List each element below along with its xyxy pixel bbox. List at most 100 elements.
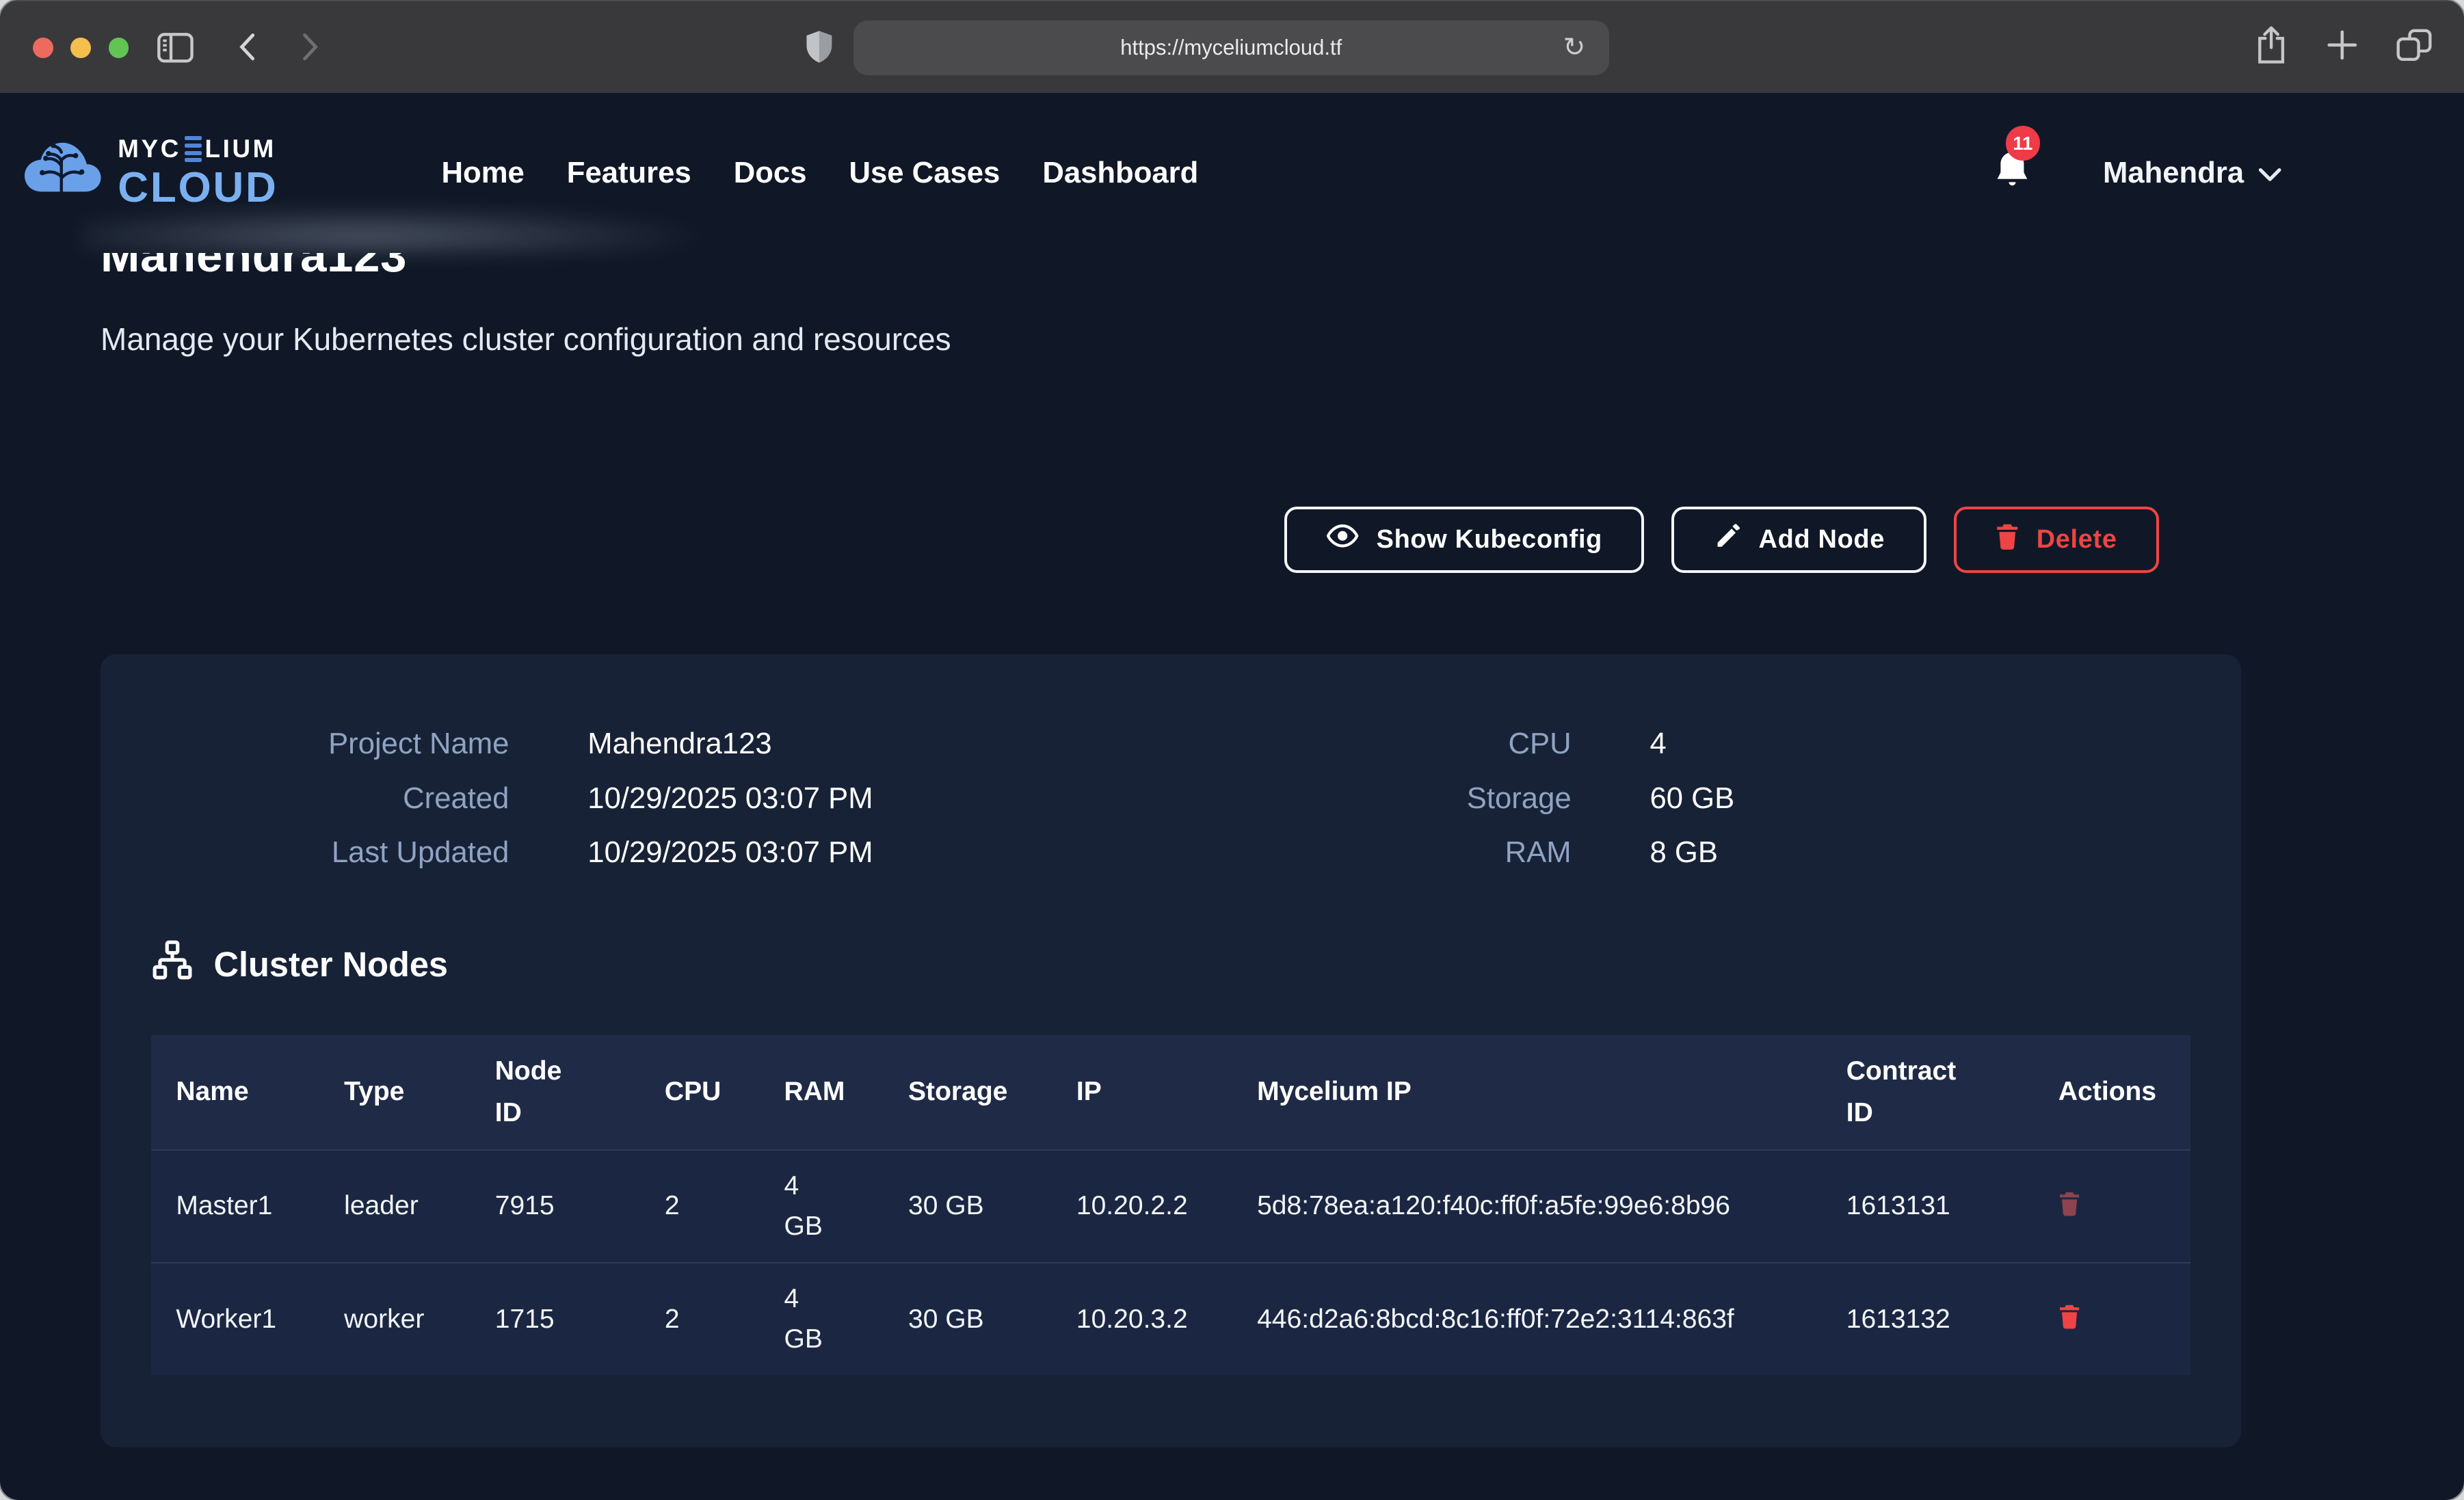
traffic-lights bbox=[33, 38, 129, 58]
reload-button[interactable]: ↻ bbox=[1554, 27, 1595, 69]
nav-item-home[interactable]: Home bbox=[442, 156, 525, 190]
delete-cluster-button[interactable]: Delete bbox=[1954, 507, 2160, 573]
delete-node-button[interactable] bbox=[2058, 1304, 2080, 1335]
table-cell: Worker1 bbox=[151, 1263, 319, 1375]
page-content: Mahendra123 Manage your Kubernetes clust… bbox=[0, 226, 2464, 1447]
column-header: Storage bbox=[883, 1035, 1051, 1150]
mycelium-cloud-logo[interactable]: MYCLIUM CLOUD bbox=[22, 135, 278, 211]
privacy-shield-icon bbox=[804, 29, 834, 72]
pencil-icon bbox=[1713, 522, 1741, 557]
nodes-table-body: Master1leader791524 GB30 GB10.20.2.25d8:… bbox=[151, 1150, 2190, 1375]
share-button[interactable] bbox=[2255, 25, 2288, 70]
column-header: Actions bbox=[2033, 1035, 2190, 1150]
info-label: Project Name bbox=[176, 727, 509, 761]
table-cell: 10.20.2.2 bbox=[1051, 1150, 1232, 1263]
table-cell: 4 GB bbox=[759, 1150, 884, 1263]
table-cell: 1613132 bbox=[1821, 1263, 2033, 1375]
reload-icon: ↻ bbox=[1563, 32, 1586, 63]
column-header: RAM bbox=[759, 1035, 884, 1150]
trash-icon bbox=[2058, 1191, 2080, 1222]
project-info-right: CPU4Storage60 GBRAM8 GB bbox=[1383, 727, 1917, 870]
trash-icon bbox=[2058, 1304, 2080, 1335]
logo-word-cloud: CLOUD bbox=[118, 167, 278, 209]
info-value: Mahendra123 bbox=[587, 727, 1027, 761]
chrome-right-controls bbox=[2255, 1, 2433, 94]
table-cell: 2 bbox=[639, 1150, 759, 1263]
info-label: RAM bbox=[1383, 835, 1572, 870]
info-value: 10/29/2025 03:07 PM bbox=[587, 835, 1027, 870]
info-label: Created bbox=[176, 781, 509, 816]
column-header: Mycelium IP bbox=[1232, 1035, 1821, 1150]
column-header: Type bbox=[319, 1035, 470, 1150]
table-cell: 30 GB bbox=[883, 1263, 1051, 1375]
info-value: 4 bbox=[1650, 727, 1918, 761]
table-cell: 4 GB bbox=[759, 1263, 884, 1375]
site-header: MYCLIUM CLOUD Home Features Docs Use Cases D… bbox=[0, 93, 2464, 253]
new-tab-button[interactable] bbox=[2327, 30, 2357, 66]
notifications-button[interactable]: 11 bbox=[1994, 150, 2030, 196]
blurred-title-smudge bbox=[81, 206, 710, 253]
column-header: CPU bbox=[639, 1035, 759, 1150]
table-cell: 7915 bbox=[470, 1150, 639, 1263]
table-cell: Master1 bbox=[151, 1150, 319, 1263]
project-info-card: Project Name Mahendra123 Created 10/29/2025… bbox=[101, 654, 2240, 1447]
minimize-traffic-light[interactable] bbox=[70, 38, 91, 58]
chevron-down-icon bbox=[2258, 156, 2281, 190]
sidebar-toggle-icon bbox=[157, 33, 194, 68]
cluster-nodes-heading: Cluster Nodes bbox=[151, 939, 2190, 989]
table-cell-actions bbox=[2033, 1263, 2190, 1375]
close-traffic-light[interactable] bbox=[33, 38, 53, 58]
table-cell-actions bbox=[2033, 1150, 2190, 1263]
cluster-actions: Show Kubeconfig Add Node Delete bbox=[101, 507, 2240, 573]
url-bar[interactable]: https://myceliumcloud.tf ↻ bbox=[853, 21, 1609, 75]
nodes-table: NameTypeNode IDCPURAMStorageIPMycelium I… bbox=[151, 1035, 2190, 1375]
table-cell: worker bbox=[319, 1263, 470, 1375]
project-info-left: Project Name Mahendra123 Created 10/29/2025… bbox=[176, 727, 1027, 870]
fullscreen-traffic-light[interactable] bbox=[109, 38, 129, 58]
tabs-icon bbox=[2396, 29, 2433, 67]
user-menu[interactable]: Mahendra bbox=[2103, 156, 2281, 190]
show-kubeconfig-button[interactable]: Show Kubeconfig bbox=[1284, 507, 1645, 573]
nodes-table-header-row: NameTypeNode IDCPURAMStorageIPMycelium I… bbox=[151, 1035, 2190, 1150]
info-value: 10/29/2025 03:07 PM bbox=[587, 781, 1027, 816]
table-cell: 1715 bbox=[470, 1263, 639, 1375]
column-header: Name bbox=[151, 1035, 319, 1150]
table-cell: leader bbox=[319, 1150, 470, 1263]
forward-button[interactable] bbox=[302, 33, 319, 66]
info-label: Last Updated bbox=[176, 835, 509, 870]
table-cell: 1613131 bbox=[1821, 1150, 2033, 1263]
new-tab-icon bbox=[2327, 30, 2357, 66]
back-button[interactable] bbox=[239, 33, 256, 66]
logo-e-glyph bbox=[185, 136, 202, 162]
user-name: Mahendra bbox=[2103, 156, 2244, 190]
tab-overview-button[interactable] bbox=[2396, 29, 2433, 67]
add-node-button[interactable]: Add Node bbox=[1671, 507, 1927, 573]
logo-text: MYCLIUM CLOUD bbox=[118, 136, 278, 209]
table-cell: 30 GB bbox=[883, 1150, 1051, 1263]
table-row: Worker1worker171524 GB30 GB10.20.3.2446:… bbox=[151, 1263, 2190, 1375]
table-cell: 10.20.3.2 bbox=[1051, 1263, 1232, 1375]
info-label: CPU bbox=[1383, 727, 1572, 761]
share-icon bbox=[2255, 25, 2288, 70]
main-nav: Home Features Docs Use Cases Dashboard bbox=[442, 156, 1199, 190]
column-header: Node ID bbox=[470, 1035, 639, 1150]
network-icon bbox=[151, 939, 194, 989]
url-text: https://myceliumcloud.tf bbox=[1120, 36, 1342, 60]
bell-icon bbox=[1994, 172, 2030, 196]
info-value: 60 GB bbox=[1650, 781, 1918, 816]
nav-item-dashboard[interactable]: Dashboard bbox=[1042, 156, 1198, 190]
back-icon bbox=[239, 33, 256, 66]
browser-chrome: https://myceliumcloud.tf ↻ bbox=[0, 0, 2464, 93]
sidebar-toggle-button[interactable] bbox=[157, 33, 194, 68]
notification-badge: 11 bbox=[2006, 126, 2041, 161]
table-cell: 5d8:78ea:a120:f40c:ff0f:a5fe:99e6:8b96 bbox=[1232, 1150, 1821, 1263]
delete-node-button[interactable] bbox=[2058, 1191, 2080, 1222]
cloud-tree-logo-icon bbox=[22, 135, 103, 211]
column-header: IP bbox=[1051, 1035, 1232, 1150]
nav-item-features[interactable]: Features bbox=[567, 156, 691, 190]
nav-item-use-cases[interactable]: Use Cases bbox=[849, 156, 1001, 190]
nav-item-docs[interactable]: Docs bbox=[734, 156, 807, 190]
eye-icon bbox=[1326, 521, 1359, 558]
info-value: 8 GB bbox=[1650, 835, 1918, 870]
logo-word-mycelium: MYCLIUM bbox=[118, 136, 278, 162]
